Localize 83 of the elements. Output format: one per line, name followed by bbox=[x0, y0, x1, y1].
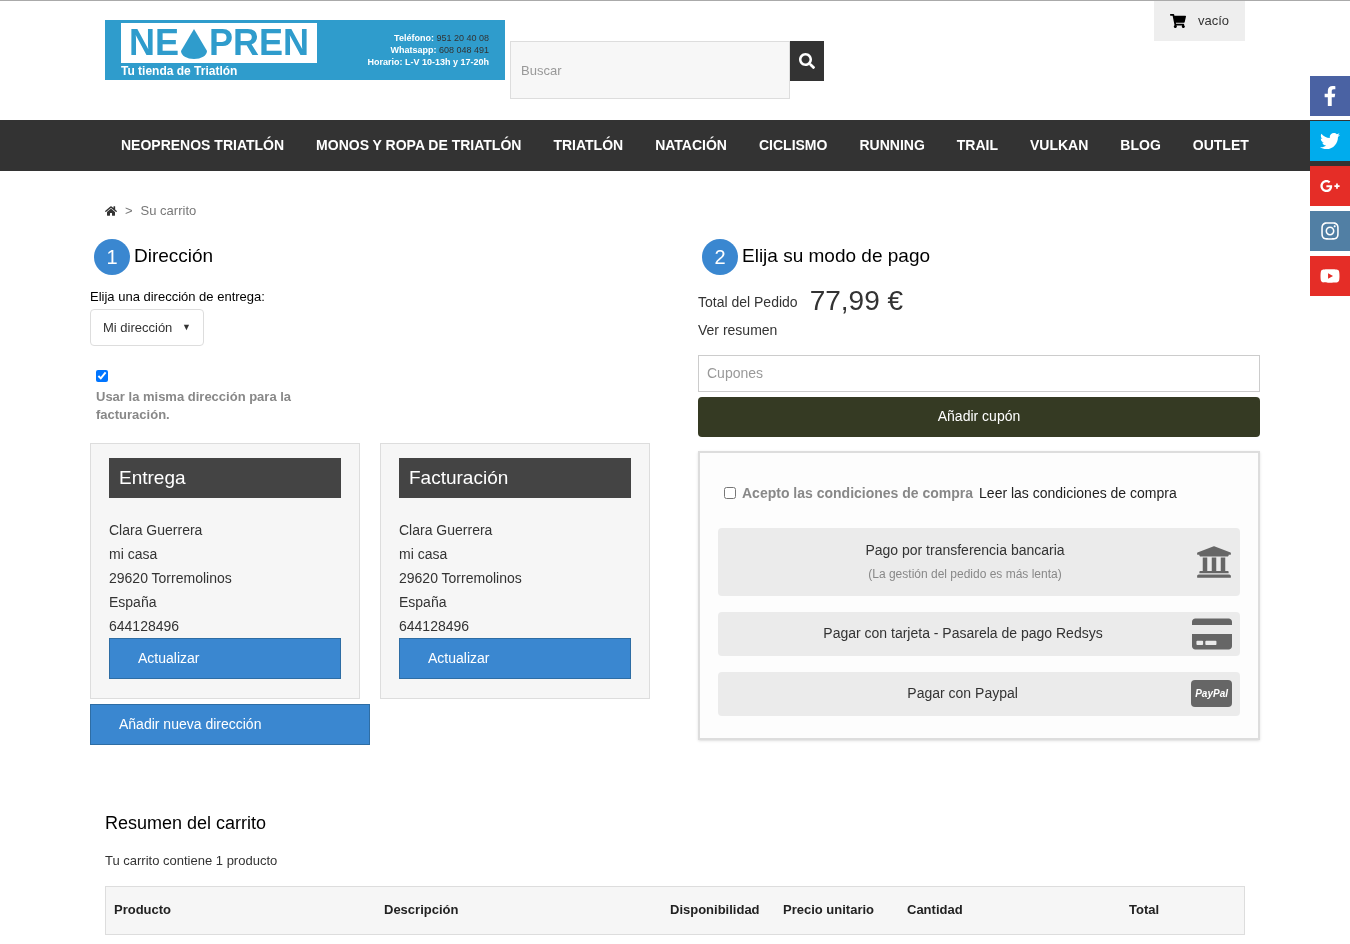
column-header: Total bbox=[1129, 901, 1161, 920]
paypal-badge: PayPal bbox=[1191, 680, 1232, 707]
address-line: Clara Guerrera bbox=[109, 521, 204, 540]
coupon-field[interactable]: Cupones bbox=[698, 354, 1260, 392]
nav-link[interactable]: RUNNING bbox=[843, 135, 941, 156]
select-label: Elija una dirección de entrega: bbox=[90, 287, 266, 306]
breadcrumb-current: Su carrito bbox=[140, 202, 197, 220]
column-header: Producto bbox=[114, 901, 173, 920]
search-field[interactable]: Buscar bbox=[510, 41, 790, 99]
payment-method-button[interactable]: Pagar con tarjeta - Pasarela de pago Redsys bbox=[718, 611, 1240, 656]
nav-link[interactable]: TRIATLÓN bbox=[537, 135, 640, 156]
nav-link[interactable]: NATACIÓN bbox=[639, 135, 743, 156]
search-icon bbox=[799, 53, 815, 69]
bank-icon bbox=[1196, 543, 1232, 580]
address-line: Clara Guerrera bbox=[399, 521, 494, 540]
store-logo[interactable]: NE PREN Tu tienda de Triatlón Teléfono: 951 20 40 08 Whatsapp: 608 048 491 Horario: L-V 10-13h y 17-20h bbox=[105, 20, 505, 80]
address-line: España bbox=[399, 593, 448, 612]
add-address-button[interactable]: Añadir nueva dirección bbox=[90, 704, 370, 745]
column-header: Descripción bbox=[384, 901, 460, 920]
terms-checkbox[interactable] bbox=[724, 487, 736, 499]
method-label: Pagar con Paypal bbox=[907, 684, 1018, 703]
column-header: Cantidad bbox=[907, 901, 964, 920]
youtube-link[interactable] bbox=[1310, 256, 1350, 296]
logo-text: PREN bbox=[209, 25, 310, 61]
address-line: mi casa bbox=[109, 545, 159, 564]
address-select[interactable]: Mi dirección ▼ bbox=[90, 309, 204, 346]
nav-link[interactable]: TRAIL bbox=[940, 135, 1014, 156]
section-title: Elija su modo de pago bbox=[742, 244, 930, 269]
search-button[interactable] bbox=[790, 41, 824, 81]
step-number: 1 bbox=[94, 238, 130, 275]
method-label: Pagar con tarjeta - Pasarela de pago Redsys bbox=[823, 624, 1103, 643]
nav-link[interactable]: BLOG bbox=[1104, 135, 1177, 156]
step-number: 2 bbox=[702, 238, 738, 275]
column-header: Precio unitario bbox=[783, 901, 876, 920]
googleplus-link[interactable] bbox=[1310, 166, 1350, 206]
address-line: 29620 Torremolinos bbox=[109, 569, 233, 588]
column-header: Disponibilidad bbox=[670, 901, 761, 920]
same-billing-label: Usar la misma dirección para la facturación. bbox=[96, 388, 293, 424]
section-title: Dirección bbox=[134, 244, 214, 269]
summary-link[interactable]: Ver resumen bbox=[698, 319, 1260, 341]
address-line: mi casa bbox=[399, 545, 449, 564]
cart-button[interactable]: vacío bbox=[1153, 1, 1245, 41]
breadcrumb-separator: > bbox=[125, 202, 133, 220]
instagram-icon bbox=[1320, 221, 1340, 241]
address-line: 644128496 bbox=[399, 617, 471, 636]
cart-count-text: Tu carrito contiene 1 producto bbox=[105, 852, 279, 870]
home-icon[interactable] bbox=[105, 204, 117, 217]
method-note: (La gestión del pedido es más lenta) bbox=[868, 566, 1062, 583]
payment-method-button[interactable]: Pago por transferencia bancaria (La gestión del pedido es más lenta) bbox=[718, 527, 1240, 596]
update-button[interactable]: Actualizar bbox=[109, 638, 341, 679]
contact-line: Teléfono: 951 20 40 08 bbox=[394, 32, 489, 44]
nav-link[interactable]: CICLISMO bbox=[743, 135, 844, 156]
address-line: 29620 Torremolinos bbox=[399, 569, 523, 588]
summary-title: Resumen del carrito bbox=[105, 812, 268, 835]
address-line: 644128496 bbox=[109, 617, 181, 636]
card-title: Facturación bbox=[399, 458, 631, 498]
terms-link[interactable]: Leer las condiciones de compra bbox=[979, 482, 1177, 504]
method-label: Pago por transferencia bancaria bbox=[865, 541, 1065, 560]
contact-line: Horario: L-V 10-13h y 17-20h bbox=[367, 56, 489, 68]
facebook-link[interactable] bbox=[1310, 76, 1350, 116]
card-title: Entrega bbox=[109, 458, 341, 498]
nav-link[interactable]: NEOPRENOS TRIATLÓN bbox=[105, 135, 301, 156]
drop-icon bbox=[179, 27, 209, 59]
nav-link[interactable]: MONOS Y ROPA DE TRIATLÓN bbox=[300, 135, 538, 156]
same-billing-checkbox[interactable] bbox=[96, 370, 108, 382]
logo-tagline: Tu tienda de Triatlón bbox=[121, 65, 239, 77]
total-amount: 77,99 € bbox=[809, 286, 904, 315]
nav-link[interactable]: VULKAN bbox=[1014, 135, 1105, 156]
terms-label: Acepto las condiciones de compra bbox=[742, 483, 974, 503]
cart-icon bbox=[1169, 13, 1186, 29]
twitter-link[interactable] bbox=[1310, 121, 1350, 161]
instagram-link[interactable] bbox=[1310, 211, 1350, 251]
total-label: Total del Pedido bbox=[698, 292, 798, 312]
payment-method-button[interactable]: Pagar con Paypal PayPal bbox=[718, 671, 1240, 716]
update-button[interactable]: Actualizar bbox=[399, 638, 631, 679]
add-coupon-button[interactable]: Añadir cupón bbox=[698, 396, 1260, 437]
logo-text: NE bbox=[129, 25, 179, 61]
twitter-icon bbox=[1320, 131, 1340, 151]
address-line: España bbox=[109, 593, 158, 612]
youtube-icon bbox=[1320, 266, 1340, 286]
caret-icon: ▼ bbox=[182, 320, 191, 335]
nav-link[interactable]: OUTLET bbox=[1176, 135, 1265, 156]
contact-line: Whatsapp: 608 048 491 bbox=[390, 44, 489, 56]
